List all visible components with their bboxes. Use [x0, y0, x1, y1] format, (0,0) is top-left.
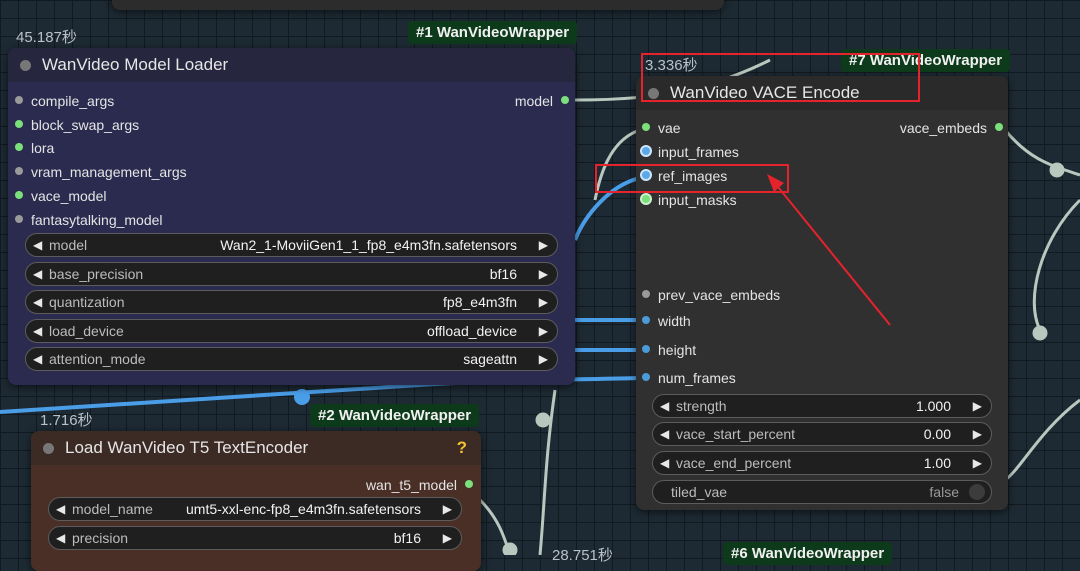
annotation-arrow-icon — [767, 174, 891, 326]
